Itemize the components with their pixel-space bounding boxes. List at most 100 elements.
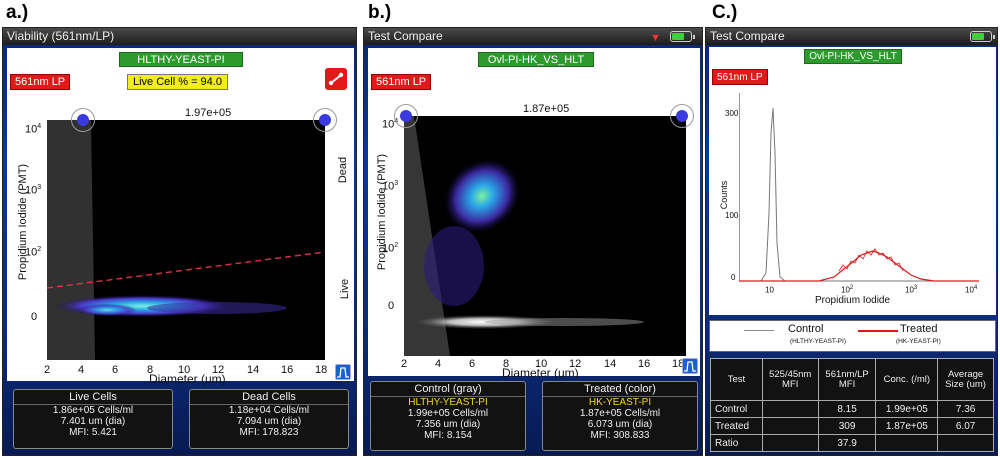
table-cell: 8.15 xyxy=(817,400,877,418)
panel-a-gate-handle-left[interactable] xyxy=(77,114,89,126)
panel-b-device: Test Compare ▼ Ovl-PI-HK_VS_HLT 561nm LP… xyxy=(363,27,703,456)
figure-root: a.) Viability (561nm/LP) HLTHY-YEAST-PI … xyxy=(0,0,1000,458)
panel-a-dead-cells-stats: Dead Cells 1.18e+04 Cells/ml 7.094 um (d… xyxy=(189,389,349,449)
table-cell xyxy=(875,434,939,452)
panel-a-x-tick-7: 16 xyxy=(281,364,294,376)
panel-a-y-tick-0: 104 xyxy=(25,123,42,136)
table-cell xyxy=(761,417,819,435)
panel-a-x-axis-label: Diameter (um) xyxy=(149,372,226,386)
panel-a-x-tick-8: 18 xyxy=(315,364,328,376)
panel-a-live-cells-stats: Live Cells 1.86e+05 Cells/ml 7.401 um (d… xyxy=(13,389,173,449)
table-cell xyxy=(937,434,994,452)
panel-c-stats-table: Test 525/45nm MFI 561nm/LP MFI Conc. (/m… xyxy=(710,358,994,452)
panel-c-legend: Control (HLTHY-YEAST-PI) Treated (HK-YEA… xyxy=(709,320,996,352)
panel-a-x-tick-0: 2 xyxy=(44,364,51,376)
panel-a-y-axis-label: Propidium Iodide (PMT) xyxy=(17,163,29,281)
table-cell: 37.9 xyxy=(817,434,877,452)
table-row: Control 8.15 1.99e+05 7.36 xyxy=(710,400,994,418)
table-row: Treated 309 1.87e+05 6.07 xyxy=(710,417,994,435)
histogram-view-button[interactable] xyxy=(335,364,351,380)
panel-b-x-tick-0: 2 xyxy=(401,358,408,370)
legend-treated-sub: (HK-YEAST-PI) xyxy=(896,338,941,345)
panel-a-dead-label: Dead xyxy=(337,156,349,184)
panel-a-plot-area: HLTHY-YEAST-PI 561nm LP Live Cell % = 94… xyxy=(7,48,354,386)
panel-a-titlebar: Viability (561nm/LP) xyxy=(3,28,356,45)
panel-c-device: Test Compare Ovl-PI-HK_VS_HLT 561nm LP C… xyxy=(705,27,998,456)
panel-c-x-tick-0: 10 xyxy=(765,285,774,295)
panel-b-control-stats: Control (gray) HLTHY-YEAST-PI 1.99e+05 C… xyxy=(370,381,526,451)
panel-c-sample-label[interactable]: Ovl-PI-HK_VS_HLT xyxy=(804,49,902,64)
panel-b-title: Test Compare xyxy=(368,29,443,43)
table-cell: 6.07 xyxy=(937,417,994,435)
stat-header: Treated (color) xyxy=(543,382,697,397)
panel-c-titlebar: Test Compare xyxy=(706,28,997,45)
panel-b-x-tick-6: 14 xyxy=(604,358,617,370)
panel-b-plot-area: Ovl-PI-HK_VS_HLT 561nm LP 1.87e+05 Propi… xyxy=(368,48,700,380)
panel-a-live-cell-percent: Live Cell % = 94.0 xyxy=(127,74,228,90)
panel-a-letter: a.) xyxy=(6,2,29,23)
legend-swatch-control xyxy=(744,330,774,331)
panel-c-y-tick-1: 100 xyxy=(725,211,739,220)
stat-line: 1.87e+05 Cells/ml xyxy=(579,408,661,419)
panel-a-laser-badge[interactable]: 561nm LP xyxy=(10,74,71,90)
stat-line: 7.094 um (dia) xyxy=(236,416,302,427)
table-cell: Ratio xyxy=(710,434,763,452)
panel-a-y-tick-3: 0 xyxy=(31,311,38,323)
stat-line: 1.18e+04 Cells/ml xyxy=(228,405,310,416)
panel-b-x-tick-1: 4 xyxy=(435,358,442,370)
table-cell: 309 xyxy=(817,417,877,435)
panel-a-x-tick-6: 14 xyxy=(247,364,260,376)
panel-a-live-label: Live xyxy=(339,278,351,300)
panel-a-sample-label[interactable]: HLTHY-YEAST-PI xyxy=(119,52,243,67)
stat-line: 7.356 um (dia) xyxy=(415,419,481,430)
panel-b-treated-stats: Treated (color) HK-YEAST-PI 1.87e+05 Cel… xyxy=(542,381,698,451)
gate-tool-icon[interactable] xyxy=(325,68,347,90)
table-header-row: Test 525/45nm MFI 561nm/LP MFI Conc. (/m… xyxy=(710,358,994,401)
panel-c-letter: C.) xyxy=(712,2,738,23)
panel-b-x-tick-2: 6 xyxy=(469,358,476,370)
table-row: Ratio 37.9 xyxy=(710,434,994,452)
stat-header: Control (gray) xyxy=(371,382,525,397)
table-header-cell: 525/45nm MFI xyxy=(761,358,819,401)
panel-a-title: Viability (561nm/LP) xyxy=(7,29,115,43)
panel-b-x-tick-7: 16 xyxy=(638,358,651,370)
panel-c-histogram-area: Ovl-PI-HK_VS_HLT 561nm LP Counts 300 100… xyxy=(709,47,996,315)
panel-c-x-axis-label: Propidium Iodide xyxy=(815,295,891,306)
table-cell: Treated xyxy=(710,417,763,435)
panel-a-gate-handle-right[interactable] xyxy=(319,114,331,126)
stat-sample-name: HK-YEAST-PI xyxy=(588,397,652,408)
table-header-cell: Conc. (/ml) xyxy=(875,358,939,401)
panel-c-y-tick-0: 300 xyxy=(725,109,739,118)
panel-c-laser-badge[interactable]: 561nm LP xyxy=(712,69,768,85)
panel-a-device: Viability (561nm/LP) HLTHY-YEAST-PI 561n… xyxy=(2,27,357,456)
stat-line: MFI: 5.421 xyxy=(69,427,117,438)
table-cell: 1.87e+05 xyxy=(875,417,939,435)
table-header-cell: Average Size (um) xyxy=(937,358,994,401)
stat-line: 1.86e+05 Cells/ml xyxy=(52,405,134,416)
panel-b-gate-handle-left[interactable] xyxy=(400,110,412,122)
table-header-cell: Test xyxy=(710,358,763,401)
panel-b-y-tick-2: 102 xyxy=(382,242,399,255)
panel-a-y-tick-1: 103 xyxy=(25,184,42,197)
panel-b-laser-badge[interactable]: 561nm LP xyxy=(371,74,432,90)
panel-b-scatter-plot[interactable] xyxy=(404,116,686,356)
stat-header: Live Cells xyxy=(14,390,172,405)
legend-control-sub: (HLTHY-YEAST-PI) xyxy=(790,338,846,345)
panel-c-title: Test Compare xyxy=(710,29,785,43)
panel-b-gate-handle-right[interactable] xyxy=(676,110,688,122)
panel-b-event-count: 1.87e+05 xyxy=(523,103,570,115)
panel-c-histogram-plot[interactable] xyxy=(738,93,979,283)
panel-b-x-axis-label: Diameter (um) xyxy=(502,366,579,380)
panel-a-x-tick-1: 4 xyxy=(78,364,85,376)
battery-icon xyxy=(670,31,695,42)
stat-sample-name: HLTHY-YEAST-PI xyxy=(408,397,488,408)
table-cell: 1.99e+05 xyxy=(875,400,939,418)
histogram-view-button[interactable] xyxy=(682,358,698,374)
panel-c-x-tick-1: 102 xyxy=(841,285,854,295)
panel-a-scatter-plot[interactable] xyxy=(47,120,325,360)
table-cell xyxy=(761,400,819,418)
panel-a-event-count: 1.97e+05 xyxy=(185,107,232,119)
legend-swatch-treated xyxy=(858,330,898,332)
panel-b-sample-label[interactable]: Ovl-PI-HK_VS_HLT xyxy=(478,52,594,67)
stat-line: 7.401 um (dia) xyxy=(60,416,126,427)
